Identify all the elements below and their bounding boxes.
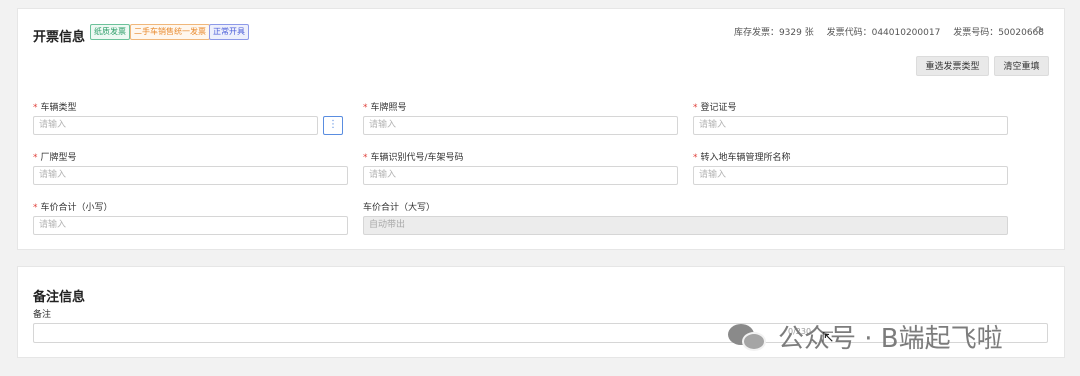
transfer-office-label: * 转入地车辆管理所名称 — [693, 153, 791, 163]
refresh-icon[interactable]: ⟳ — [1035, 25, 1043, 36]
vin-input[interactable]: 请输入 — [363, 166, 678, 185]
model-input[interactable]: 请输入 — [33, 166, 348, 185]
more-options-icon[interactable]: ⋮ — [323, 116, 343, 135]
reg-cert-input[interactable]: 请输入 — [693, 116, 1008, 135]
invoice-info-title: 开票信息 — [33, 30, 86, 45]
reg-cert-label: * 登记证号 — [693, 103, 737, 113]
price-big-label: 车价合计（大写） — [363, 203, 436, 213]
wechat-icon — [728, 322, 768, 352]
wechat-watermark: 公众号 · B端起飞啦 — [728, 318, 1003, 355]
tag-normal-issue: 正常开具 — [209, 24, 249, 40]
remark-label: 备注 — [33, 310, 52, 320]
tag-paper-invoice: 纸质发票 — [90, 24, 130, 40]
watermark-text: 公众号 · B端起飞啦 — [778, 324, 1003, 354]
invoice-number: 发票号码：50020668 — [953, 28, 1044, 38]
vehicle-type-label: * 车辆类型 — [33, 103, 77, 113]
model-label: * 厂牌型号 — [33, 153, 77, 163]
transfer-office-input[interactable]: 请输入 — [693, 166, 1008, 185]
reselect-invoice-type-button[interactable]: 重选发票类型 — [916, 56, 989, 76]
price-small-label: * 车价合计（小写） — [33, 203, 113, 213]
plate-no-label: * 车牌照号 — [363, 103, 407, 113]
clear-refill-button[interactable]: 清空重填 — [994, 56, 1049, 76]
plate-no-input[interactable]: 请输入 — [363, 116, 678, 135]
mouse-cursor-icon: ⇱ — [822, 330, 834, 346]
invoice-code: 发票代码：044010200017 — [826, 28, 941, 38]
tag-used-car-invoice: 二手车销售统一发票 — [130, 24, 210, 40]
vin-label: * 车辆识别代号/车架号码 — [363, 153, 464, 163]
stock-count: 库存发票：9329 张 — [733, 28, 814, 38]
price-small-input[interactable]: 请输入 — [33, 216, 348, 235]
invoice-stats: 库存发票：9329 张 发票代码：044010200017 发票号码：50020… — [724, 25, 1044, 38]
vehicle-type-input[interactable]: 请输入 — [33, 116, 318, 135]
remark-info-title: 备注信息 — [33, 290, 86, 305]
price-big-input: 自动带出 — [363, 216, 1008, 235]
